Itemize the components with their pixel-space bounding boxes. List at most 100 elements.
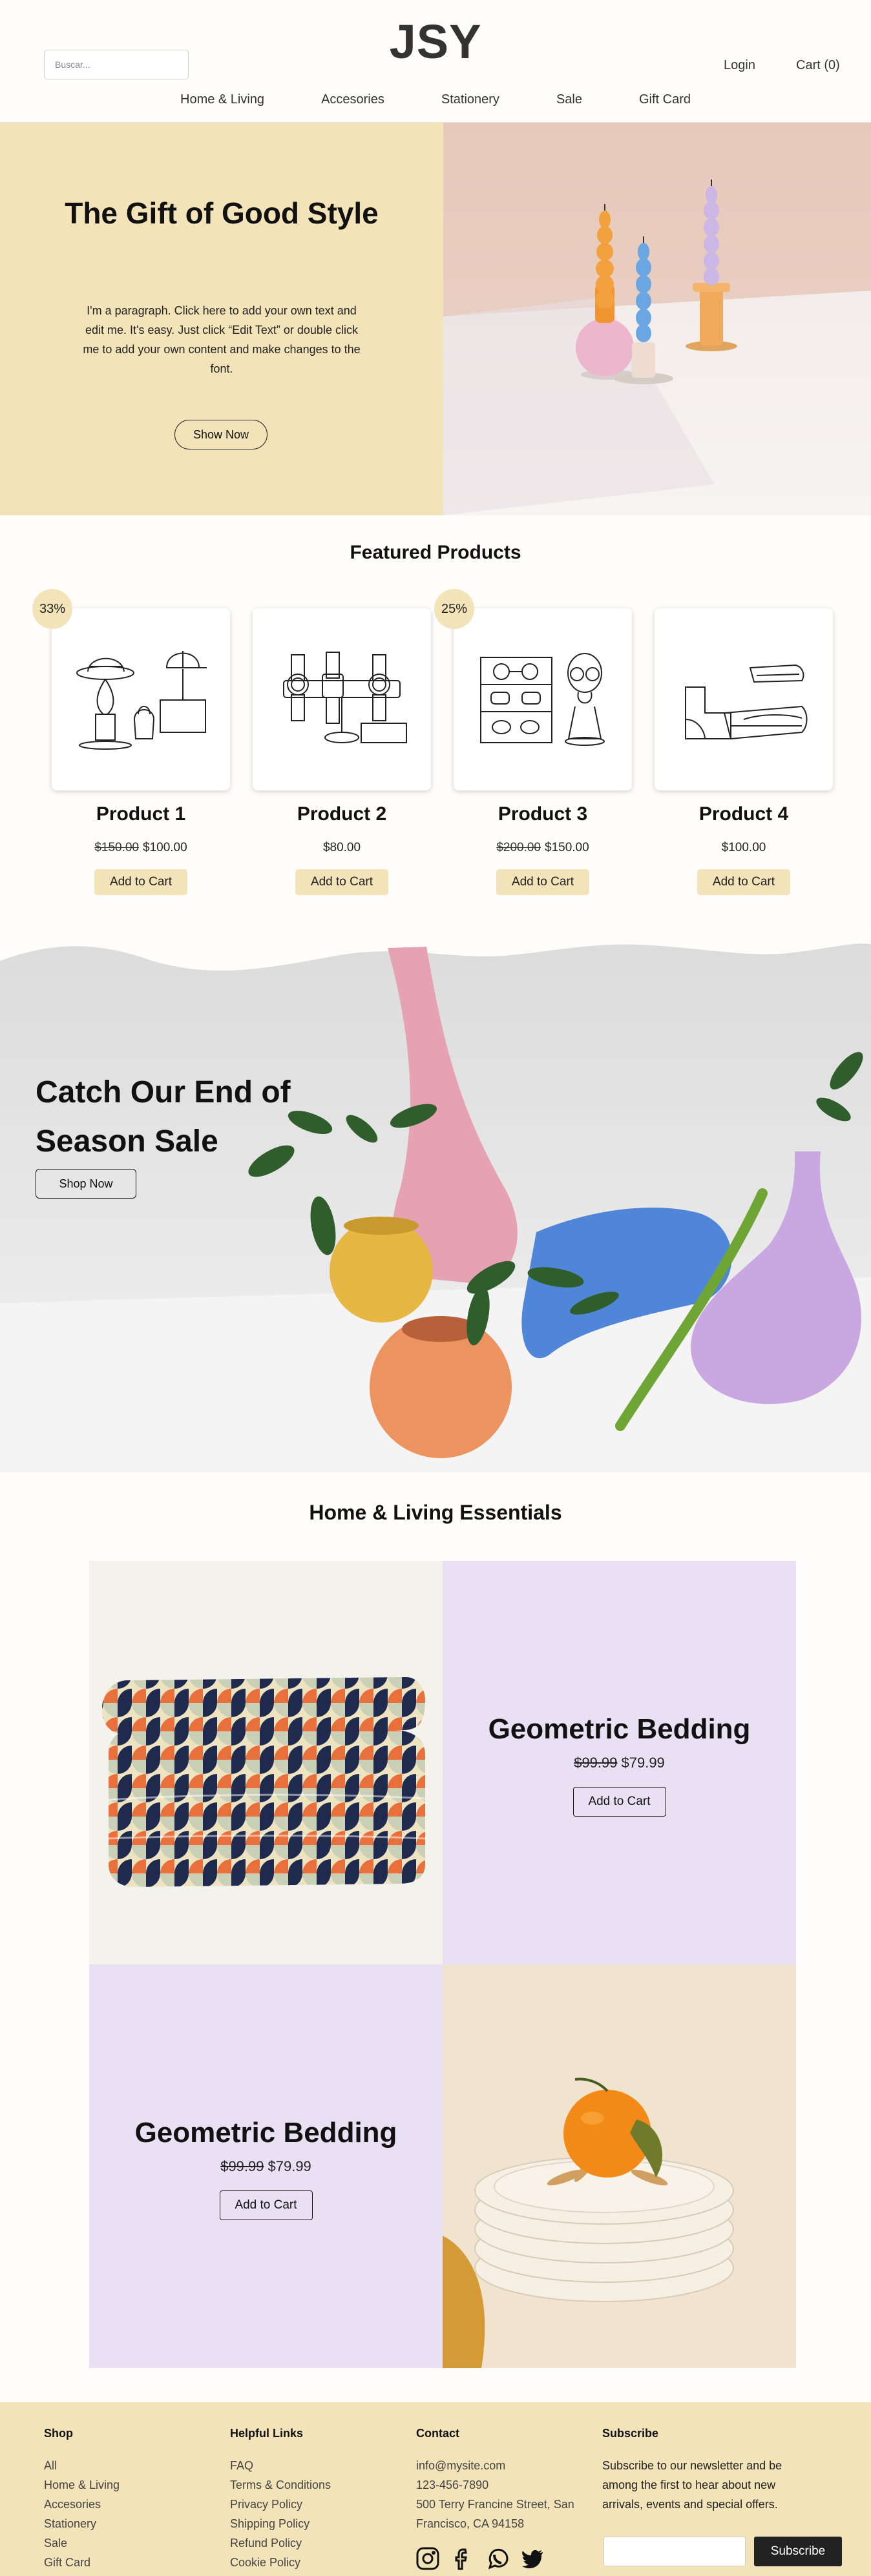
- product-price: $99.99 $79.99: [89, 2158, 443, 2175]
- hats-icon: [76, 651, 207, 750]
- bedding-info-panel-1: Geometric Bedding $99.99 $79.99 Add to Ca…: [443, 1561, 796, 1964]
- product-name[interactable]: Product 4: [655, 803, 833, 825]
- footer-link-cookie[interactable]: Cookie Policy: [230, 2553, 331, 2572]
- add-to-cart-button[interactable]: Add to Cart: [496, 869, 589, 895]
- show-now-button[interactable]: Show Now: [174, 420, 268, 449]
- featured-title: Featured Products: [350, 542, 521, 563]
- sale-title-line-2: Season Sale: [36, 1124, 218, 1159]
- instagram-icon[interactable]: [415, 2546, 441, 2571]
- sale-title: Catch Our End of Season Sale: [36, 1068, 291, 1166]
- bedding-image[interactable]: [89, 1561, 443, 1964]
- sale-banner: Catch Our End of Season Sale Shop Now: [0, 942, 871, 1472]
- shop-now-button[interactable]: Shop Now: [36, 1169, 136, 1199]
- price: $80.00: [322, 841, 361, 854]
- footer-shop-title: Shop: [44, 2427, 73, 2440]
- nav-accesories[interactable]: Accesories: [321, 92, 384, 107]
- shoes-icon: [685, 664, 808, 740]
- old-price: $150.00: [94, 841, 139, 854]
- footer-link-shipping[interactable]: Shipping Policy: [230, 2514, 331, 2533]
- sale-price: $79.99: [621, 1755, 665, 1771]
- footer-subscribe-title: Subscribe: [602, 2427, 659, 2440]
- footer-helpful-column: Helpful Links FAQ Terms & Conditions Pri…: [230, 2427, 331, 2572]
- sale-title-line-1: Catch Our End of: [36, 1075, 291, 1109]
- footer-link-stationery[interactable]: Stationery: [44, 2514, 120, 2533]
- footer-link-accesories[interactable]: Accesories: [44, 2495, 120, 2514]
- nav-gift-card[interactable]: Gift Card: [639, 92, 691, 107]
- nav-stationery[interactable]: Stationery: [441, 92, 499, 107]
- watches-icon: [283, 652, 407, 743]
- footer-helpful-title: Helpful Links: [230, 2427, 304, 2440]
- footer-link-terms[interactable]: Terms & Conditions: [230, 2475, 331, 2495]
- sale-price: $100.00: [143, 841, 187, 854]
- old-price: $99.99: [220, 2158, 264, 2174]
- subscribe-text: Subscribe to our newsletter and be among…: [602, 2459, 782, 2511]
- old-price: $200.00: [496, 841, 541, 854]
- footer-link-faq[interactable]: FAQ: [230, 2456, 331, 2475]
- product-image-4[interactable]: [655, 608, 833, 790]
- old-price: $99.99: [574, 1755, 618, 1771]
- social-links: [415, 2546, 545, 2571]
- nav-home-living[interactable]: Home & Living: [180, 92, 264, 107]
- vases-image: [0, 943, 871, 1472]
- contact-email[interactable]: info@mysite.com: [416, 2456, 574, 2475]
- contact-address-line-2: Francisco, CA 94158: [416, 2517, 525, 2530]
- discount-badge: 25%: [434, 589, 474, 629]
- footer-link-sale[interactable]: Sale: [44, 2533, 120, 2553]
- glasses-icon: [480, 653, 605, 746]
- footer-link-refund[interactable]: Refund Policy: [230, 2533, 331, 2553]
- product-name[interactable]: Product 2: [253, 803, 431, 825]
- hero-text-panel: The Gift of Good Style I'm a paragraph. …: [0, 123, 443, 515]
- add-to-cart-button[interactable]: Add to Cart: [295, 869, 388, 895]
- contact-address-line-1: 500 Terry Francine Street, San: [416, 2498, 574, 2511]
- sale-price: $79.99: [268, 2158, 311, 2174]
- facebook-icon[interactable]: [450, 2546, 476, 2571]
- product-image-2[interactable]: [253, 608, 431, 790]
- footer-link-privacy[interactable]: Privacy Policy: [230, 2495, 331, 2514]
- plates-orange-image[interactable]: [443, 1964, 796, 2368]
- product-price: $99.99 $79.99: [443, 1755, 796, 1771]
- footer-shop-column: Shop All Home & Living Accesories Statio…: [44, 2427, 120, 2572]
- footer-link-gift-card[interactable]: Gift Card: [44, 2553, 120, 2572]
- login-link[interactable]: Login: [724, 58, 755, 73]
- footer-link-home-living[interactable]: Home & Living: [44, 2475, 120, 2495]
- price: $100.00: [721, 841, 766, 854]
- product-price: $150.00 $100.00: [52, 841, 230, 855]
- sale-price: $150.00: [545, 841, 589, 854]
- cart-link[interactable]: Cart (0): [796, 58, 840, 73]
- site-header: JSY Login Cart (0) Home & Living Accesor…: [0, 0, 871, 123]
- main-nav: Home & Living Accesories Stationery Sale…: [0, 92, 871, 107]
- hero-candles-image: [443, 123, 871, 515]
- product-price: $200.00 $150.00: [454, 841, 632, 855]
- product-name[interactable]: Product 1: [52, 803, 230, 825]
- product-card-3[interactable]: 25% Product 3 $200.00 $150.00 Add to Cart: [434, 589, 632, 895]
- product-image-3[interactable]: 25%: [434, 589, 632, 790]
- product-price: $80.00: [253, 841, 431, 855]
- featured-products-section: Featured Products 33% Product 1 $150.00 $…: [0, 515, 871, 942]
- add-to-cart-button[interactable]: Add to Cart: [697, 869, 790, 895]
- subscribe-button[interactable]: Subscribe: [754, 2537, 842, 2566]
- product-price: $100.00: [655, 841, 833, 855]
- footer-contact-title: Contact: [416, 2427, 459, 2440]
- nav-sale[interactable]: Sale: [556, 92, 582, 107]
- site-footer: Shop All Home & Living Accesories Statio…: [0, 2402, 871, 2576]
- email-field[interactable]: [603, 2537, 746, 2566]
- hero-paragraph: I'm a paragraph. Click here to add your …: [83, 304, 361, 375]
- discount-badge: 33%: [32, 589, 72, 629]
- product-title[interactable]: Geometric Bedding: [443, 1713, 796, 1746]
- product-card-1[interactable]: 33% Product 1 $150.00 $100.00 Add to Cart: [32, 589, 230, 895]
- add-to-cart-button[interactable]: Add to Cart: [94, 869, 187, 895]
- add-to-cart-button[interactable]: Add to Cart: [572, 1787, 666, 1817]
- twitter-icon[interactable]: [519, 2546, 545, 2571]
- hero-section: The Gift of Good Style I'm a paragraph. …: [0, 123, 871, 515]
- product-name[interactable]: Product 3: [454, 803, 632, 825]
- product-card-2[interactable]: Product 2 $80.00 Add to Cart: [253, 608, 431, 895]
- product-card-4[interactable]: Product 4 $100.00 Add to Cart: [655, 608, 833, 895]
- footer-link-all[interactable]: All: [44, 2456, 120, 2475]
- product-title[interactable]: Geometric Bedding: [89, 2117, 443, 2149]
- hero-title: The Gift of Good Style: [65, 196, 379, 230]
- contact-phone: 123-456-7890: [416, 2478, 489, 2491]
- product-image-1[interactable]: 33%: [32, 589, 230, 790]
- whatsapp-icon[interactable]: [485, 2546, 510, 2571]
- footer-contact-column: Contact info@mysite.com 123-456-7890 500…: [416, 2427, 574, 2533]
- add-to-cart-button[interactable]: Add to Cart: [219, 2190, 313, 2220]
